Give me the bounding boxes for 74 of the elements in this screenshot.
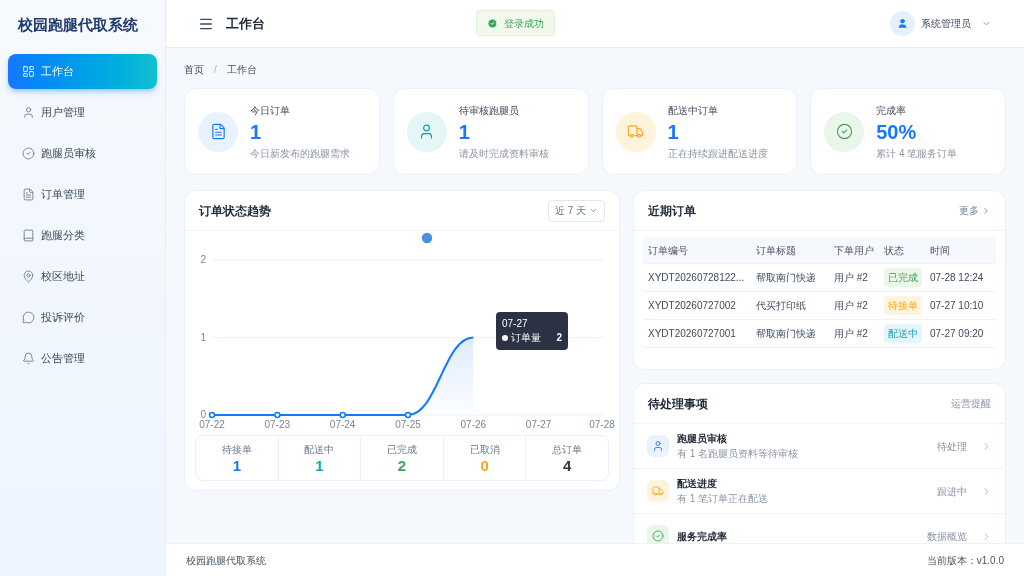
stat-label: 待审核跑腿员 [458,103,520,118]
summary-label: 已取消 [469,442,500,457]
footer-app-name: 校园跑腿代取系统 [186,553,266,568]
summary-value: 2 [397,456,407,475]
summary-label: 配送中 [304,442,335,457]
tooltip-date: 07-27 [502,317,529,331]
y-tick-label: 0 [200,409,206,420]
status-badge: 待接单 [884,296,922,315]
table-cell-text: XYDT20260727001 [648,327,737,341]
app-title: 校园跑腿代取系统 [16,15,139,35]
table-cell-text: 帮取南门快递 [756,271,817,285]
table-cell-text: 用户 #2 [834,271,869,285]
table-cell-text: 帮取南门快递 [756,327,817,341]
todo-description: 有 1 笔订单正在配送 [677,492,769,506]
column-header: 时间 [930,243,951,258]
summary-label: 已完成 [387,442,417,457]
stat-value: 50% [876,119,918,145]
table-cell-text: 07-27 09:20 [930,327,985,341]
todo-title: 跑腿员审核 [677,432,728,446]
breadcrumb-separator: / [214,62,217,77]
y-tick-label: 2 [200,254,206,265]
tooltip-value: 2 [556,331,562,345]
x-tick-label: 07-24 [329,419,356,430]
summary-label: 总订单 [552,442,583,457]
x-tick-label: 07-28 [589,419,615,430]
card-tag: 运营提醒 [951,396,991,411]
stat-label: 完成率 [876,103,908,118]
stat-value: 1 [458,119,471,145]
todo-title: 服务完成率 [677,529,727,543]
stat-note: 请及时完成资料审核 [458,146,549,161]
column-header: 订单编号 [648,243,689,258]
version-text: 当前版本：v1.0.0 [926,553,1004,568]
table-cell-text: 07-28 12:24 [930,271,985,285]
stat-value: 1 [250,119,263,145]
summary-value: 4 [563,456,572,475]
todo-status: 跟进中 [937,484,967,499]
stat-label: 配送中订单 [667,103,719,118]
x-tick-label: 07-26 [460,419,487,430]
stat-note: 累计 4 笔服务订单 [876,146,958,161]
todo-status: 数据概览 [927,529,967,543]
card-title: 待处理事项 [648,395,708,413]
breadcrumb-item: 工作台 [226,62,257,77]
todo-title: 配送进度 [677,477,718,491]
x-tick-label: 07-25 [395,419,421,430]
page-title: 工作台 [226,14,265,33]
table-cell-text: 07-27 10:10 [930,299,985,313]
x-tick-label: 07-27 [525,419,552,430]
stat-value: 1 [667,119,680,145]
success-toast: 登录成功 [476,10,555,36]
card-title: 近期订单 [648,202,696,220]
summary-value: 1 [232,456,241,475]
column-header: 状态 [884,243,905,258]
y-tick-label: 1 [200,331,206,343]
stat-label: 今日订单 [250,103,291,118]
summary-value: 1 [315,456,324,475]
table-cell-text: 用户 #2 [834,327,869,341]
x-tick-label: 07-23 [264,419,291,430]
card-title: 订单状态趋势 [199,202,271,220]
status-badge: 配送中 [884,324,922,343]
tooltip-series: 订单量 [511,331,541,345]
stat-note: 今日新发布的跑腿需求 [250,146,350,161]
status-badge: 已完成 [884,268,922,287]
table-cell-text: 代买打印纸 [756,299,807,313]
todo-status: 待处理 [937,439,967,454]
table-cell-text: XYDT20260728122... [648,271,746,285]
summary-label: 待接单 [221,442,252,457]
summary-value: 0 [480,456,489,475]
table-cell-text: 用户 #2 [834,299,869,313]
x-tick-label: 07-22 [199,419,225,430]
stat-note: 正在持续跟进配送进度 [667,146,768,161]
column-header: 下单用户 [834,243,875,258]
table-cell-text: XYDT20260727002 [648,299,737,313]
column-header: 订单标题 [756,243,797,258]
todo-description: 有 1 名跑腿员资料等待审核 [677,447,799,461]
